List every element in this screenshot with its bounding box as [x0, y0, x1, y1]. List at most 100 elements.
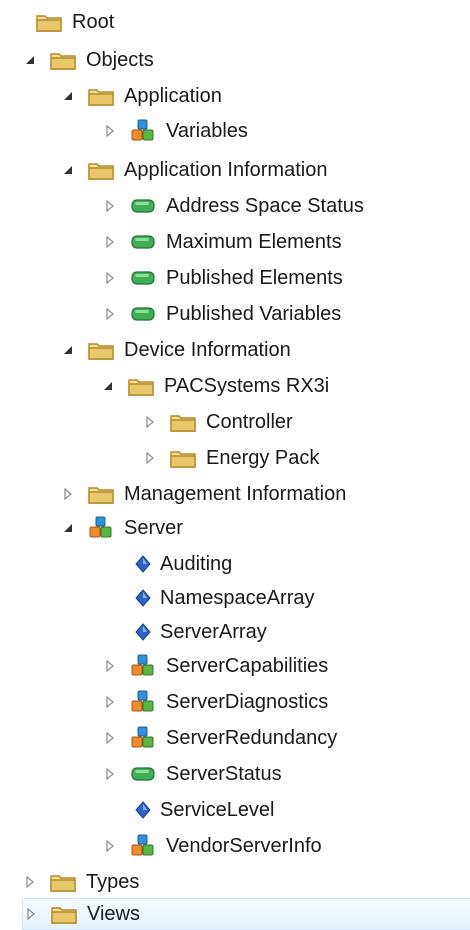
tree-item-types[interactable]: Types [22, 866, 468, 898]
collapsed-arrow-icon[interactable] [102, 838, 118, 854]
tree-item-label: Maximum Elements [166, 231, 342, 253]
property-blue-diamond-icon [134, 552, 152, 576]
tree-item-server-array[interactable]: ServerArray [108, 616, 468, 648]
property-blue-diamond-icon [134, 798, 152, 822]
expanded-arrow-icon[interactable] [60, 342, 76, 358]
expanded-arrow-icon[interactable] [22, 52, 38, 68]
property-blue-diamond-icon [134, 620, 152, 644]
collapsed-arrow-icon[interactable] [102, 658, 118, 674]
tree-item-published-variables[interactable]: Published Variables [102, 298, 468, 330]
folder-icon [48, 48, 78, 72]
collapsed-arrow-icon[interactable] [23, 906, 39, 922]
folder-icon [86, 158, 116, 182]
tree-item-variables[interactable]: Variables [102, 115, 468, 147]
tree-item-label: VendorServerInfo [166, 835, 322, 857]
tree-item-address-space-status[interactable]: Address Space Status [102, 190, 468, 222]
object-cubes-icon [128, 726, 158, 750]
object-cubes-icon [128, 834, 158, 858]
tree-item-pacsystems-rx3i[interactable]: PACSystems RX3i [100, 370, 468, 402]
tree-item-application[interactable]: Application [60, 80, 468, 112]
folder-icon [126, 374, 156, 398]
tree-item-maximum-elements[interactable]: Maximum Elements [102, 226, 468, 258]
tree-item-label: Views [87, 903, 140, 925]
object-cubes-icon [128, 690, 158, 714]
expanded-arrow-icon[interactable] [100, 378, 116, 394]
variable-green-icon [128, 762, 158, 786]
tree-item-device-information[interactable]: Device Information [60, 334, 468, 366]
collapsed-arrow-icon[interactable] [102, 730, 118, 746]
collapsed-arrow-icon[interactable] [102, 270, 118, 286]
tree-item-vendor-server-info[interactable]: VendorServerInfo [102, 830, 468, 862]
collapsed-arrow-icon[interactable] [142, 450, 158, 466]
collapsed-arrow-icon[interactable] [102, 234, 118, 250]
folder-icon [86, 338, 116, 362]
expanded-arrow-icon[interactable] [60, 162, 76, 178]
variable-green-icon [128, 302, 158, 326]
expanded-arrow-icon[interactable] [60, 88, 76, 104]
collapsed-arrow-icon[interactable] [102, 766, 118, 782]
tree-item-label: Variables [166, 120, 248, 142]
tree-item-label: Controller [206, 411, 293, 433]
folder-icon [86, 84, 116, 108]
tree-item-controller[interactable]: Controller [142, 406, 468, 438]
object-cubes-icon [128, 119, 158, 143]
tree-item-label: ServerRedundancy [166, 727, 338, 749]
tree-item-label: Address Space Status [166, 195, 364, 217]
tree-item-management-information[interactable]: Management Information [60, 478, 468, 510]
folder-icon [86, 482, 116, 506]
tree-item-namespace-array[interactable]: NamespaceArray [108, 582, 468, 614]
tree-item-application-information[interactable]: Application Information [60, 154, 468, 186]
tree-item-server[interactable]: Server [60, 512, 468, 544]
tree-item-label: Energy Pack [206, 447, 320, 469]
tree-item-label: Server [124, 517, 183, 539]
tree-item-label: Published Variables [166, 303, 342, 325]
address-space-tree: Root Objects Application Variables Appli… [0, 0, 470, 930]
tree-item-server-redundancy[interactable]: ServerRedundancy [102, 722, 468, 754]
tree-item-label: ServiceLevel [160, 799, 275, 821]
tree-item-label: Application Information [124, 159, 328, 181]
tree-item-root[interactable]: Root [8, 6, 468, 38]
tree-item-auditing[interactable]: Auditing [108, 548, 468, 580]
tree-item-label: Application [124, 85, 222, 107]
folder-icon [48, 870, 78, 894]
collapsed-arrow-icon[interactable] [22, 874, 38, 890]
property-blue-diamond-icon [134, 586, 152, 610]
tree-item-energy-pack[interactable]: Energy Pack [142, 442, 468, 474]
collapsed-arrow-icon[interactable] [102, 306, 118, 322]
variable-green-icon [128, 266, 158, 290]
tree-item-label: Published Elements [166, 267, 343, 289]
tree-item-views[interactable]: Views [22, 898, 470, 930]
variable-green-icon [128, 194, 158, 218]
tree-item-server-diagnostics[interactable]: ServerDiagnostics [102, 686, 468, 718]
tree-item-label: ServerCapabilities [166, 655, 329, 677]
variable-green-icon [128, 230, 158, 254]
folder-icon [49, 902, 79, 926]
tree-item-service-level[interactable]: ServiceLevel [108, 794, 468, 826]
tree-item-label: Management Information [124, 483, 347, 505]
tree-item-label: Root [72, 11, 115, 33]
folder-icon [34, 10, 64, 34]
tree-item-label: Auditing [160, 553, 233, 575]
tree-item-label: PACSystems RX3i [164, 375, 330, 397]
collapsed-arrow-icon[interactable] [142, 414, 158, 430]
tree-item-server-capabilities[interactable]: ServerCapabilities [102, 650, 468, 682]
folder-icon [168, 446, 198, 470]
tree-item-label: ServerStatus [166, 763, 282, 785]
tree-item-objects[interactable]: Objects [22, 44, 468, 76]
expanded-arrow-icon[interactable] [60, 520, 76, 536]
tree-item-label: NamespaceArray [160, 587, 315, 609]
folder-icon [168, 410, 198, 434]
object-cubes-icon [86, 516, 116, 540]
collapsed-arrow-icon[interactable] [102, 123, 118, 139]
object-cubes-icon [128, 654, 158, 678]
collapsed-arrow-icon[interactable] [60, 486, 76, 502]
tree-item-label: ServerArray [160, 621, 267, 643]
collapsed-arrow-icon[interactable] [102, 694, 118, 710]
collapsed-arrow-icon[interactable] [102, 198, 118, 214]
tree-item-server-status[interactable]: ServerStatus [102, 758, 468, 790]
tree-item-label: Device Information [124, 339, 291, 361]
tree-item-label: Objects [86, 49, 154, 71]
tree-item-published-elements[interactable]: Published Elements [102, 262, 468, 294]
tree-item-label: ServerDiagnostics [166, 691, 329, 713]
tree-item-label: Types [86, 871, 140, 893]
